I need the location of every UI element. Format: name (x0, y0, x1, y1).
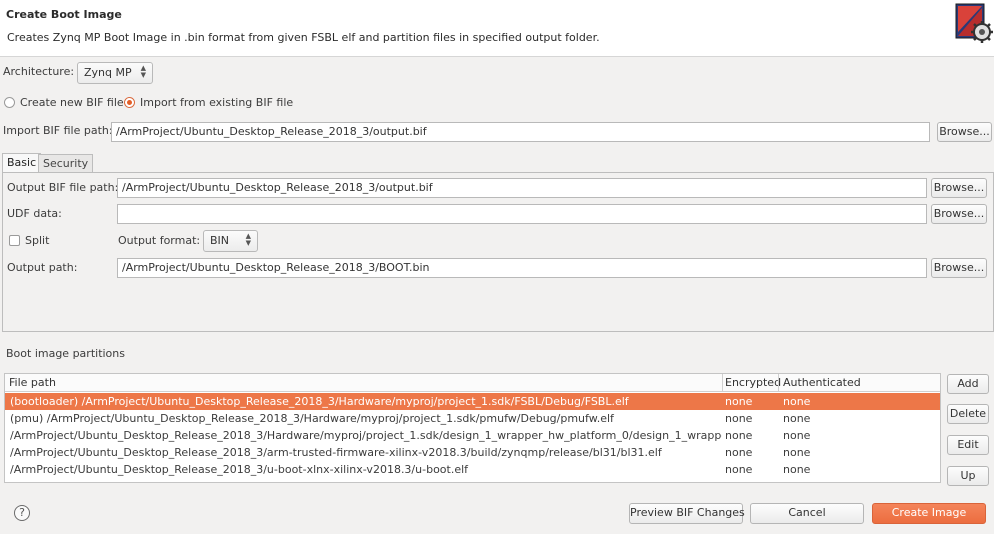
row-file-path: /ArmProject/Ubuntu_Desktop_Release_2018_… (10, 463, 469, 476)
row-authenticated: none (783, 395, 811, 408)
boot-partitions-label: Boot image partitions (6, 347, 125, 360)
row-authenticated: none (783, 412, 811, 425)
import-bif-label: Import from existing BIF file (140, 96, 294, 109)
table-row[interactable]: /ArmProject/Ubuntu_Desktop_Release_2018_… (5, 444, 940, 461)
preview-bif-changes-button[interactable]: Preview BIF Changes (629, 503, 745, 524)
partitions-table[interactable]: File path Encrypted Authenticated (bootl… (4, 373, 941, 483)
dialog-description: Creates Zynq MP Boot Image in .bin forma… (7, 31, 600, 44)
spinner-arrows-icon: ▲ ▼ (245, 232, 251, 247)
output-format-value: BIN (210, 234, 230, 247)
output-bif-path-label: Output BIF file path: (7, 181, 119, 194)
udf-data-field[interactable] (117, 204, 927, 224)
output-path-browse-button[interactable]: Browse... (931, 258, 987, 278)
boot-image-gear-icon (955, 3, 993, 43)
spinner-arrows-icon: ▲ ▼ (140, 64, 146, 79)
table-row[interactable]: (bootloader) /ArmProject/Ubuntu_Desktop_… (5, 393, 940, 410)
row-file-path: (pmu) /ArmProject/Ubuntu_Desktop_Release… (10, 412, 614, 425)
delete-partition-button[interactable]: Delete (947, 404, 989, 424)
row-encrypted: none (725, 412, 753, 425)
up-partition-button[interactable]: Up (947, 466, 989, 486)
create-image-button[interactable]: Create Image (872, 503, 986, 524)
row-authenticated: none (783, 463, 811, 476)
create-new-bif-label: Create new BIF file (20, 96, 124, 109)
row-file-path: (bootloader) /ArmProject/Ubuntu_Desktop_… (10, 395, 629, 408)
split-checkbox[interactable] (9, 235, 20, 246)
row-encrypted: none (725, 446, 753, 459)
dialog-title: Create Boot Image (6, 8, 122, 21)
table-row[interactable]: (pmu) /ArmProject/Ubuntu_Desktop_Release… (5, 410, 940, 427)
row-encrypted: none (725, 463, 753, 476)
column-separator[interactable] (778, 374, 779, 392)
add-partition-button[interactable]: Add (947, 374, 989, 394)
row-encrypted: none (725, 395, 753, 408)
dialog-header: Create Boot Image Creates Zynq MP Boot I… (0, 0, 994, 57)
import-bif-radio[interactable] (124, 97, 135, 108)
architecture-label: Architecture: (3, 65, 75, 78)
column-header-encrypted[interactable]: Encrypted (725, 376, 781, 389)
output-bif-path-field[interactable]: /ArmProject/Ubuntu_Desktop_Release_2018_… (117, 178, 927, 198)
row-authenticated: none (783, 446, 811, 459)
help-icon[interactable]: ? (14, 505, 30, 521)
architecture-value: Zynq MP (84, 66, 132, 79)
row-encrypted: none (725, 429, 753, 442)
partitions-table-header: File path Encrypted Authenticated (5, 374, 940, 392)
output-path-label: Output path: (7, 261, 78, 274)
output-bif-browse-button[interactable]: Browse... (931, 178, 987, 198)
tab-basic[interactable]: Basic (2, 153, 42, 173)
row-authenticated: none (783, 429, 811, 442)
table-row[interactable]: /ArmProject/Ubuntu_Desktop_Release_2018_… (5, 461, 940, 478)
column-header-authenticated[interactable]: Authenticated (783, 376, 861, 389)
split-label: Split (25, 234, 50, 247)
import-bif-path-field[interactable]: /ArmProject/Ubuntu_Desktop_Release_2018_… (111, 122, 930, 142)
table-row[interactable]: /ArmProject/Ubuntu_Desktop_Release_2018_… (5, 427, 940, 444)
output-format-select[interactable]: BIN ▲ ▼ (203, 230, 258, 252)
output-format-label: Output format: (118, 234, 201, 247)
column-separator[interactable] (722, 374, 723, 392)
import-bif-path-label: Import BIF file path: (3, 124, 113, 137)
create-new-bif-radio[interactable] (4, 97, 15, 108)
row-file-path: /ArmProject/Ubuntu_Desktop_Release_2018_… (10, 429, 722, 442)
cancel-button[interactable]: Cancel (750, 503, 864, 524)
architecture-select[interactable]: Zynq MP ▲ ▼ (77, 62, 153, 84)
row-file-path: /ArmProject/Ubuntu_Desktop_Release_2018_… (10, 446, 662, 459)
udf-data-label: UDF data: (7, 207, 62, 220)
import-bif-browse-button[interactable]: Browse... (937, 122, 992, 142)
output-path-field[interactable]: /ArmProject/Ubuntu_Desktop_Release_2018_… (117, 258, 927, 278)
tab-security[interactable]: Security (38, 154, 94, 173)
edit-partition-button[interactable]: Edit (947, 435, 989, 455)
column-header-file-path[interactable]: File path (9, 376, 56, 389)
udf-data-browse-button[interactable]: Browse... (931, 204, 987, 224)
